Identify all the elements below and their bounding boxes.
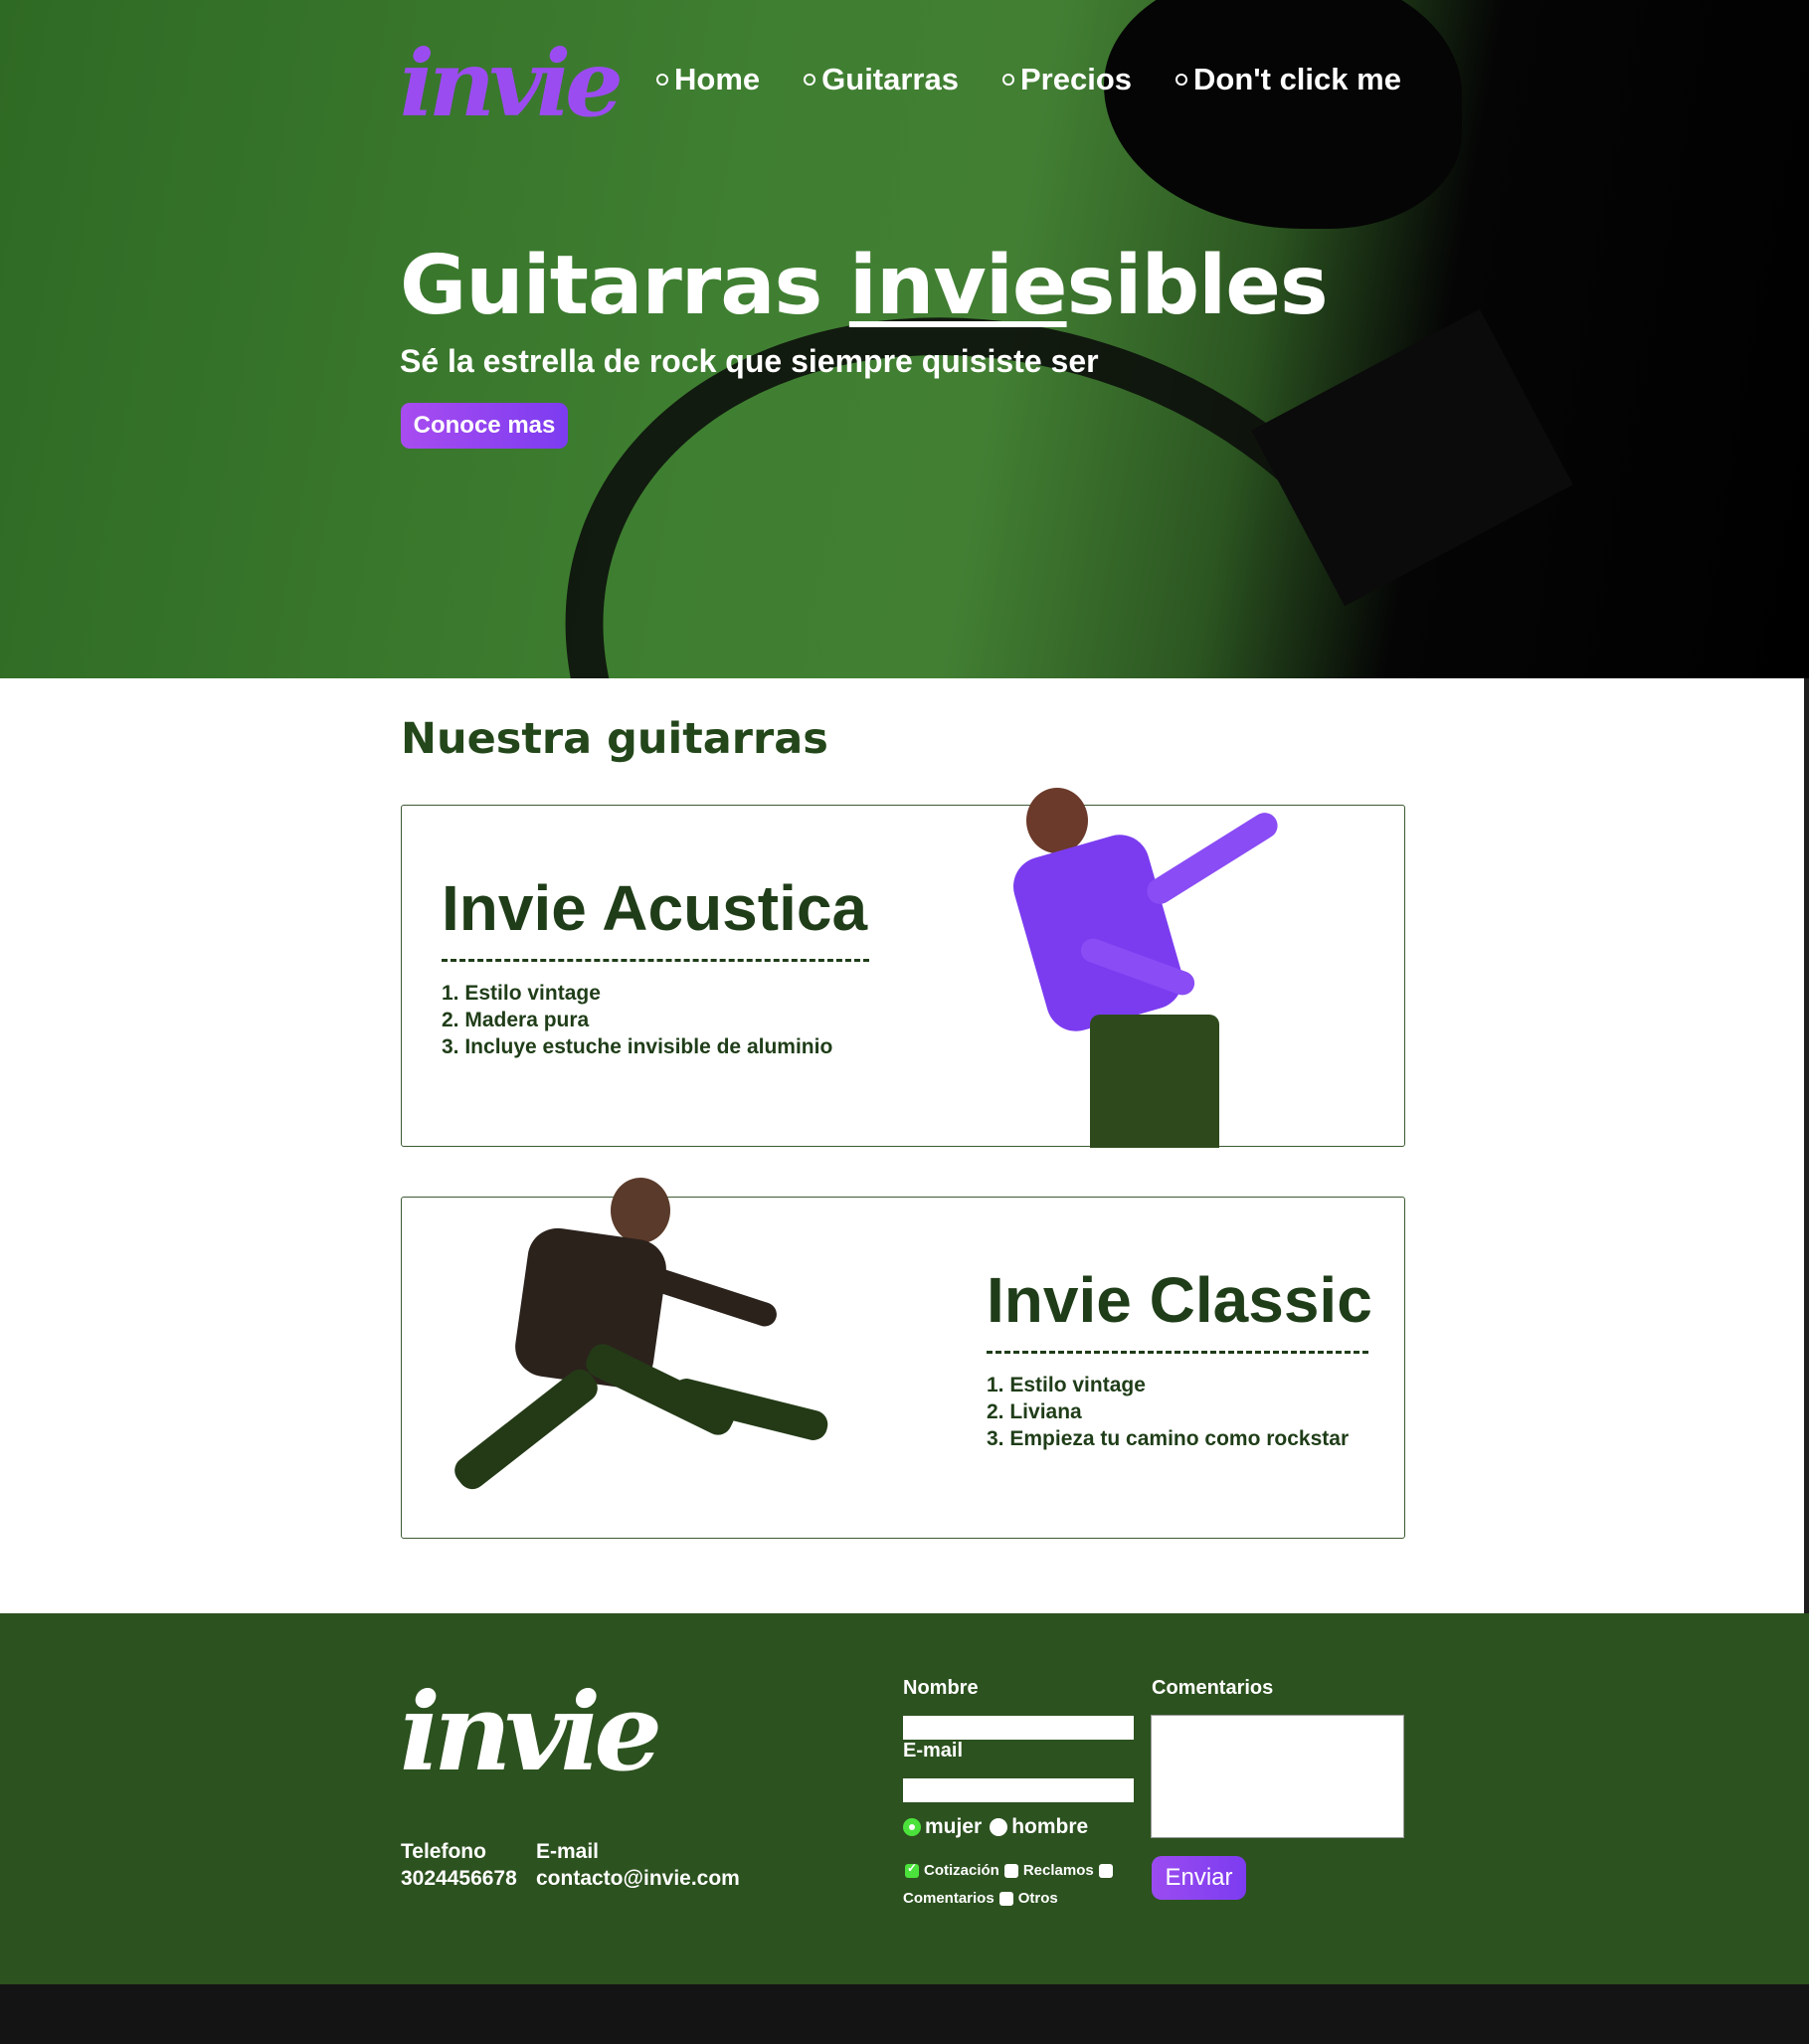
cta-button[interactable]: Conoce mas	[401, 403, 568, 449]
radio-label: mujer	[925, 1815, 983, 1838]
feature-list: 1. Estilo vintage 2. Madera pura 3. Incl…	[442, 980, 832, 1060]
email-value[interactable]: contacto@invie.com	[536, 1865, 740, 1892]
product-title: Invie Classic	[987, 1264, 1372, 1336]
bottom-bar	[0, 1984, 1809, 2044]
email-field-label: E-mail	[903, 1740, 964, 1762]
product-card-classic: Invie Classic 1. Estilo vintage 2. Livia…	[401, 1178, 1405, 1539]
checkbox-cotizacion[interactable]	[905, 1861, 919, 1878]
list-item: 2. Madera pura	[442, 1009, 590, 1031]
phone-label: Telefono	[401, 1840, 486, 1863]
checkbox-label: Comentarios	[903, 1890, 995, 1907]
jumping-man-image	[432, 1174, 849, 1532]
send-button[interactable]: Enviar	[1152, 1856, 1246, 1900]
checkbox-label: Otros	[1017, 1890, 1058, 1907]
comments-textarea[interactable]	[1151, 1715, 1404, 1838]
product-card-acustica: Invie Acustica 1. Estilo vintage 2. Made…	[401, 788, 1405, 1148]
checkbox-label: Reclamos	[1022, 1862, 1094, 1879]
phone-value: 3024456678	[401, 1867, 517, 1890]
section-title: Nuestra guitarras	[401, 714, 828, 764]
hero-title-prefix: Guitarras	[400, 239, 849, 333]
bullet-icon	[656, 74, 668, 86]
nav-item-dont-click-me[interactable]: Don't click me	[1176, 62, 1401, 97]
list-item: 3. Empieza tu camino como rockstar	[987, 1427, 1350, 1450]
footer-logo: invie	[400, 1670, 662, 1795]
checkbox-comentarios[interactable]	[1098, 1863, 1113, 1878]
product-title: Invie Acustica	[442, 872, 868, 944]
list-item: 3. Incluye estuche invisible de aluminio	[442, 1035, 833, 1058]
air-guitar-man-image	[998, 786, 1317, 1148]
main-nav: Home Guitarras Precios Don't click me	[656, 62, 1401, 97]
hero-title-underlined: invie	[848, 239, 1068, 333]
hero-title: Guitarras inviesibles	[400, 237, 1329, 336]
nav-item-home[interactable]: Home	[656, 62, 760, 97]
checkbox-row-1: Cotización Reclamos	[905, 1861, 1113, 1879]
list-item: 2. Liviana	[987, 1400, 1082, 1423]
hero-background-photo	[1104, 0, 1462, 229]
name-label: Nombre	[903, 1677, 979, 1699]
email-label: E-mail	[536, 1840, 600, 1863]
bullet-icon	[804, 74, 816, 86]
dashed-divider	[442, 959, 869, 962]
nav-item-label: Home	[674, 62, 761, 96]
radio-label: hombre	[1011, 1815, 1089, 1838]
email-field[interactable]	[903, 1778, 1134, 1802]
checkbox-otros[interactable]	[998, 1891, 1013, 1906]
radio-mujer[interactable]	[903, 1818, 921, 1836]
list-item: 1. Estilo vintage	[987, 1374, 1146, 1396]
dashed-divider	[987, 1351, 1368, 1354]
radio-hombre[interactable]	[990, 1818, 1008, 1836]
nav-item-label: Don't click me	[1193, 62, 1401, 96]
hero-banner: invie Home Guitarras Precios Don't click…	[0, 0, 1809, 678]
footer: invie Telefono 3024456678 E-mail contact…	[0, 1613, 1809, 1984]
nav-item-guitarras[interactable]: Guitarras	[804, 62, 959, 97]
brand-logo[interactable]: invie	[400, 38, 624, 129]
nav-item-label: Precios	[1019, 62, 1132, 96]
checkbox-row-2: Comentarios Otros	[903, 1890, 1058, 1907]
nav-item-label: Guitarras	[821, 62, 959, 96]
comments-label: Comentarios	[1152, 1677, 1274, 1699]
bullet-icon	[1001, 74, 1014, 86]
checkbox-reclamos[interactable]	[1003, 1863, 1018, 1878]
list-item: 1. Estilo vintage	[442, 982, 601, 1005]
gender-radio-group: mujer hombre	[903, 1815, 1088, 1839]
bullet-icon	[1176, 74, 1187, 86]
email-contact: E-mail contacto@invie.com	[536, 1838, 740, 1892]
feature-list: 1. Estilo vintage 2. Liviana 3. Empieza …	[987, 1372, 1349, 1452]
name-field[interactable]	[903, 1716, 1134, 1740]
nav-item-precios[interactable]: Precios	[1001, 62, 1132, 97]
hero-subtitle: Sé la estrella de rock que siempre quisi…	[400, 343, 1099, 379]
page-edge	[1804, 678, 1809, 1613]
checkbox-label: Cotización	[924, 1862, 999, 1879]
hero-title-suffix: sibles	[1066, 239, 1329, 333]
phone-contact: Telefono 3024456678	[401, 1838, 517, 1892]
